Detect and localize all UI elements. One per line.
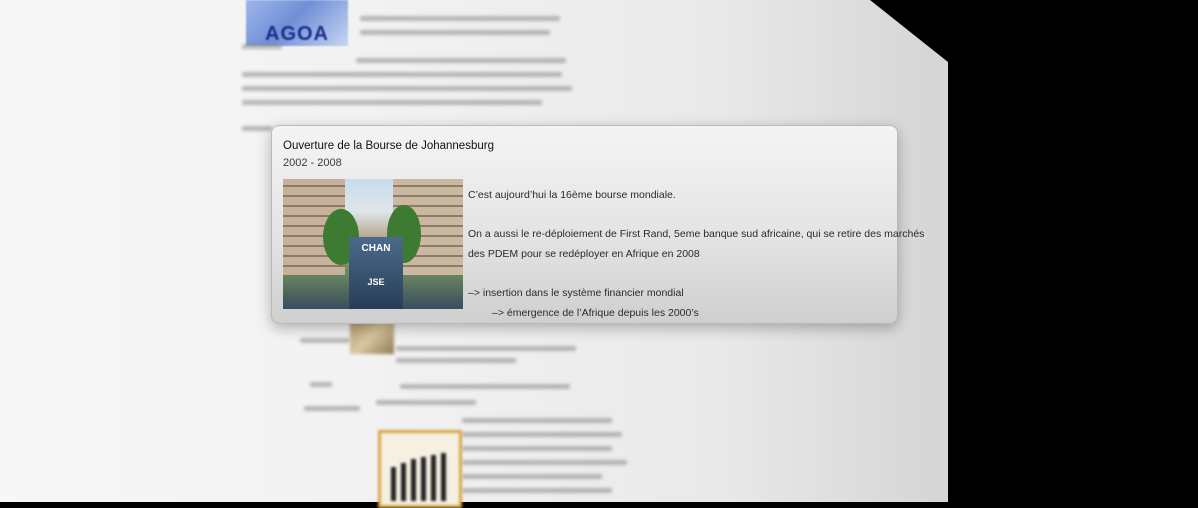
johannesburg-exchange-photo: CHAN JSE bbox=[283, 179, 463, 309]
event-popup-card[interactable]: Ouverture de la Bourse de Johannesburg 2… bbox=[271, 125, 925, 324]
body-line: –> insertion dans le système financier m… bbox=[468, 287, 684, 299]
body-line: –> émergence de l’Afrique depuis les 200… bbox=[492, 307, 699, 319]
background-chart-thumbnail bbox=[378, 430, 462, 508]
body-line: des PDEM pour se redéployer en Afrique e… bbox=[468, 248, 700, 260]
popup-body-text: C’est aujourd’hui la 16ème bourse mondia… bbox=[468, 185, 925, 323]
popup-date-range: 2002 - 2008 bbox=[283, 157, 342, 169]
jse-sign: CHAN JSE bbox=[349, 237, 403, 309]
body-line: C’est aujourd’hui la 16ème bourse mondia… bbox=[468, 189, 676, 201]
popup-title: Ouverture de la Bourse de Johannesburg bbox=[283, 140, 494, 152]
body-line: On a aussi le re-déploiement de First Ra… bbox=[468, 228, 925, 240]
